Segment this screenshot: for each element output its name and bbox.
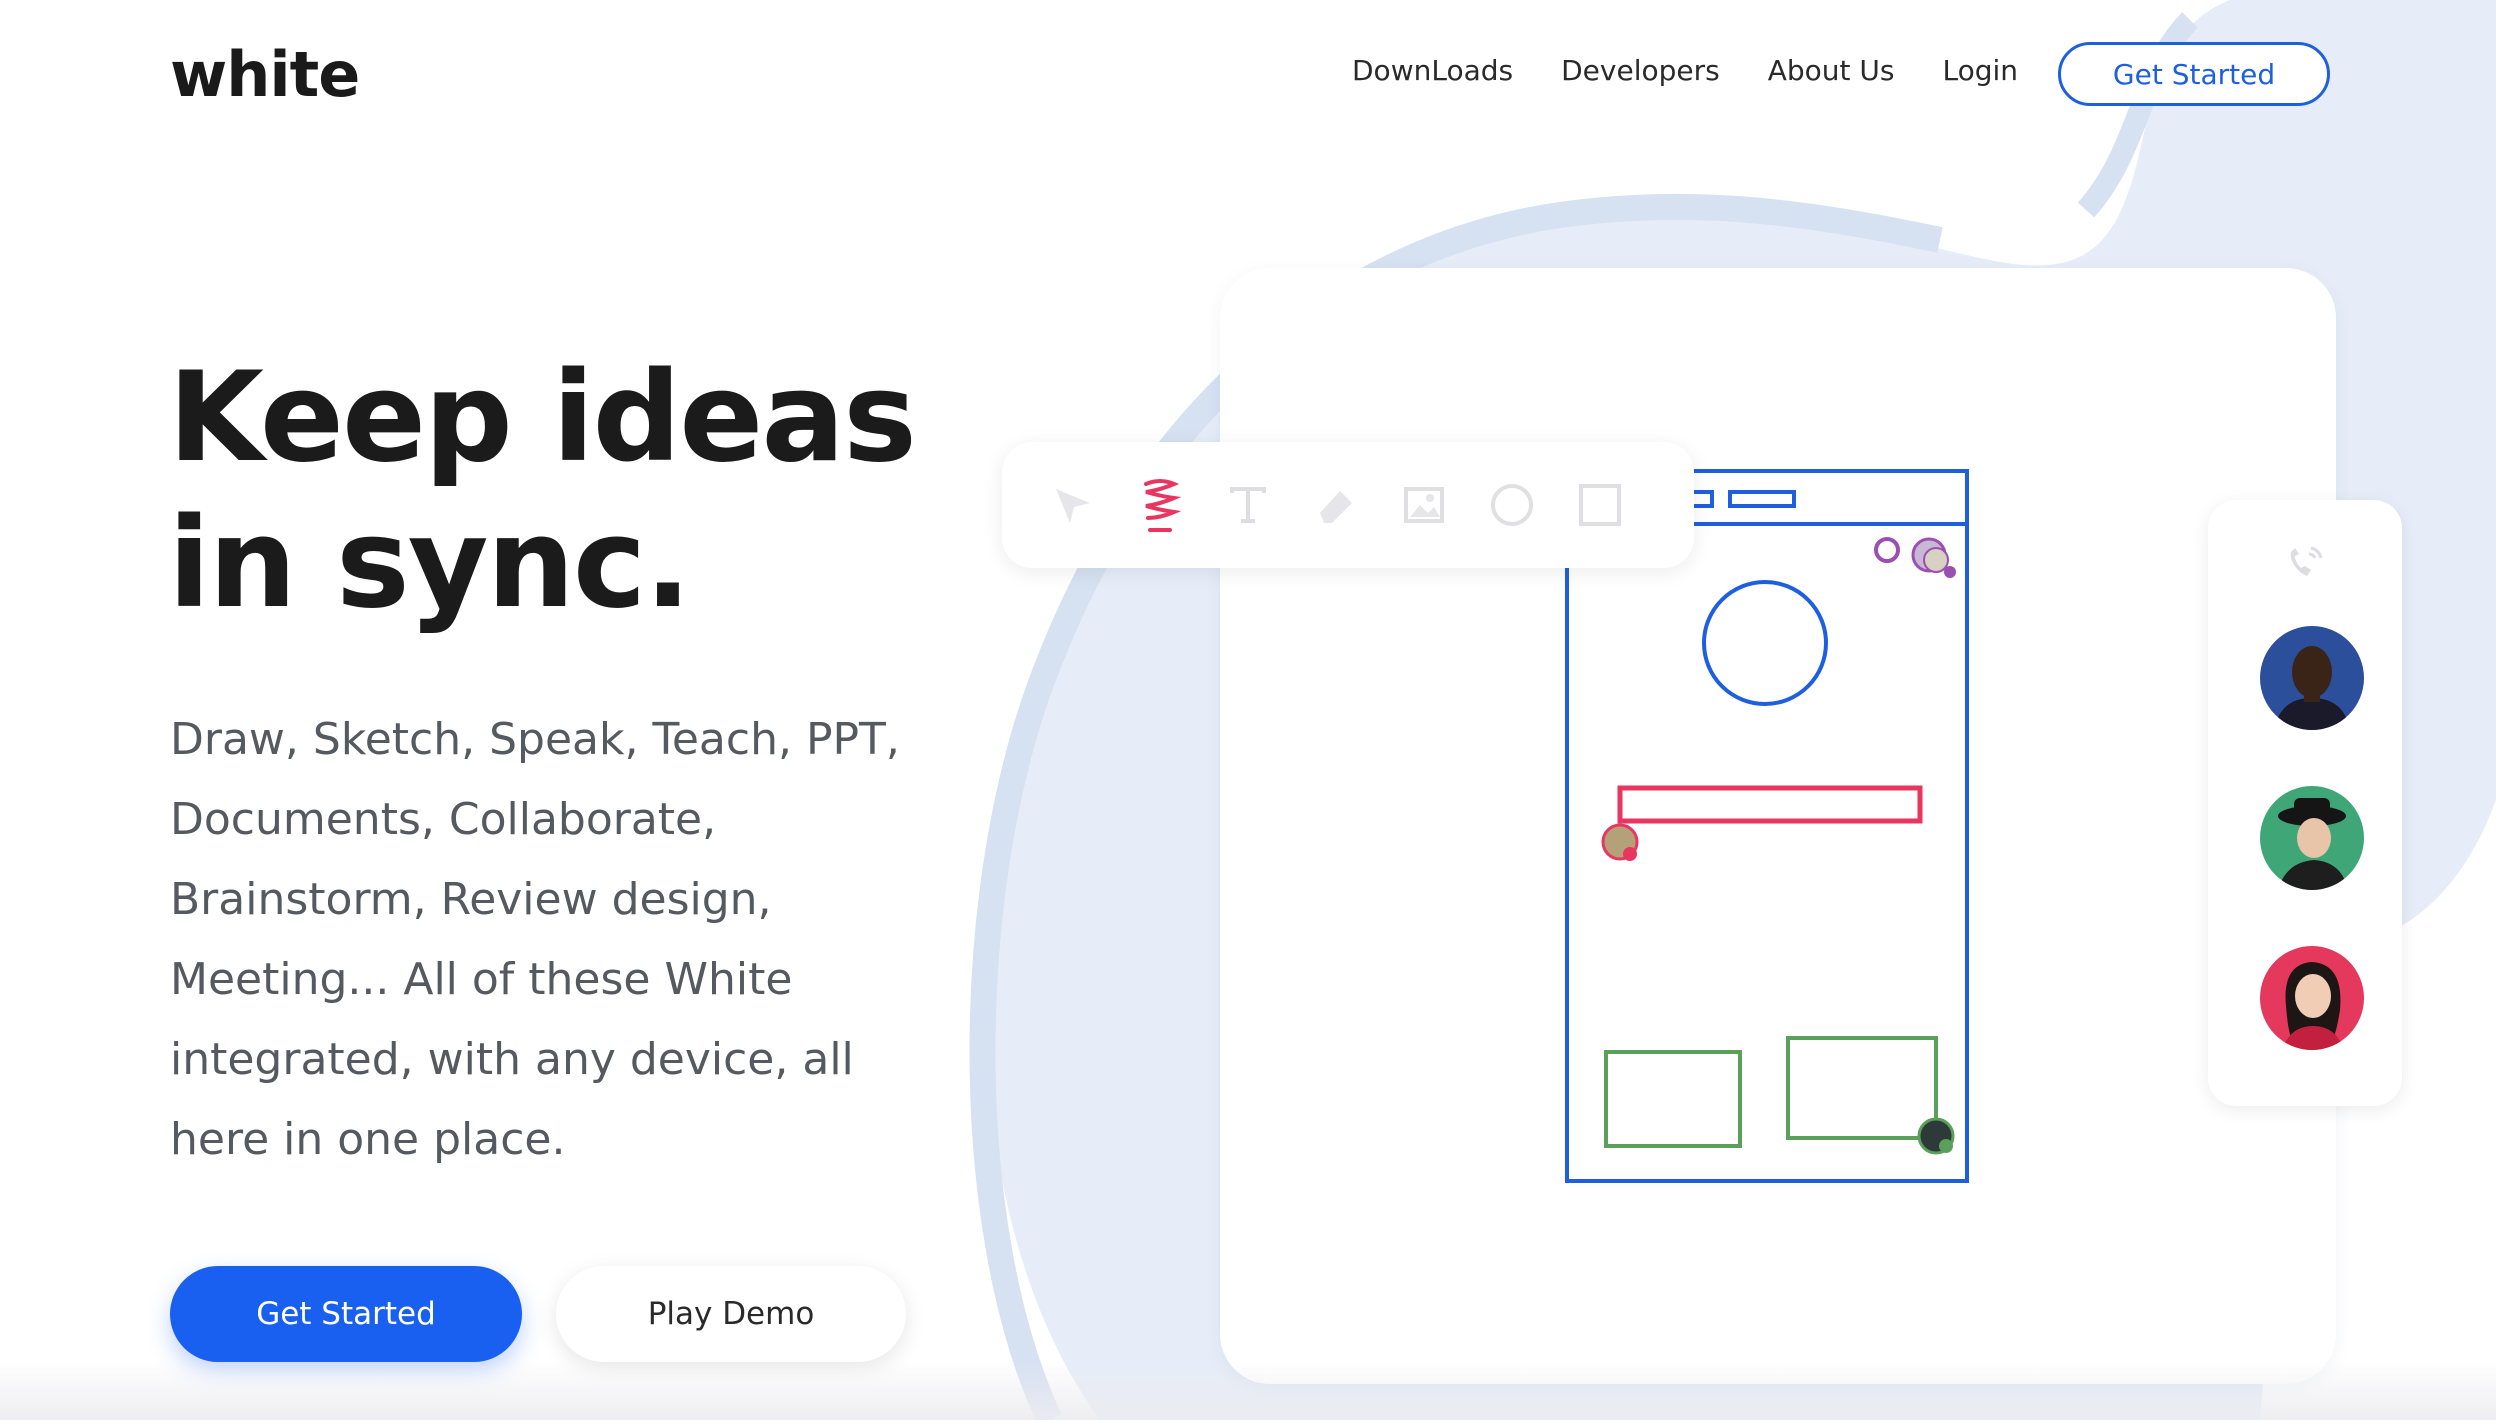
nav-link-downloads[interactable]: DownLoads	[1352, 54, 1513, 87]
selector-icon[interactable]	[1050, 483, 1094, 527]
text-icon[interactable]	[1226, 483, 1270, 527]
play-demo-button[interactable]: Play Demo	[556, 1266, 906, 1362]
circle-icon[interactable]	[1490, 483, 1534, 527]
video-call-panel	[2208, 500, 2402, 1106]
description-line: Draw, Sketch, Speak, Teach, PPT,	[170, 714, 900, 765]
description-line: Brainstorm, Review design,	[170, 874, 772, 925]
pencil-icon[interactable]	[1138, 479, 1182, 532]
drawing-toolbar	[1002, 442, 1694, 568]
description-line: here in one place.	[170, 1114, 566, 1165]
eraser-icon[interactable]	[1314, 483, 1358, 527]
image-icon[interactable]	[1402, 483, 1446, 527]
nav-link-about[interactable]: About Us	[1768, 54, 1895, 87]
headline-line-2: in sync.	[168, 492, 691, 636]
hero-headline: Keep ideas in sync.	[168, 345, 1068, 637]
bottom-fade	[0, 1360, 2496, 1420]
avatar[interactable]	[2260, 626, 2364, 730]
nav-link-login[interactable]: Login	[1942, 54, 2018, 87]
description-line: integrated, with any device, all	[170, 1034, 854, 1085]
headline-line-1: Keep ideas	[168, 346, 917, 490]
nav-link-developers[interactable]: Developers	[1561, 54, 1720, 87]
landing-page: white DownLoads Developers About Us Logi…	[0, 0, 2496, 1420]
hero-get-started-button[interactable]: Get Started	[170, 1266, 522, 1362]
nav-get-started-button[interactable]: Get Started	[2058, 42, 2330, 106]
description-line: Meeting... All of these White	[170, 954, 793, 1005]
avatar[interactable]	[2260, 946, 2364, 1050]
phone-call-icon[interactable]	[2283, 546, 2327, 586]
brand-logo[interactable]: white	[170, 38, 360, 111]
hero-description: Draw, Sketch, Speak, Teach, PPT, Documen…	[170, 700, 970, 1180]
description-line: Documents, Collaborate,	[170, 794, 717, 845]
rectangle-icon[interactable]	[1578, 483, 1622, 527]
avatar[interactable]	[2260, 786, 2364, 890]
top-nav: DownLoads Developers About Us Login	[1352, 54, 2066, 87]
wireframe-drawing	[1565, 469, 1969, 1183]
